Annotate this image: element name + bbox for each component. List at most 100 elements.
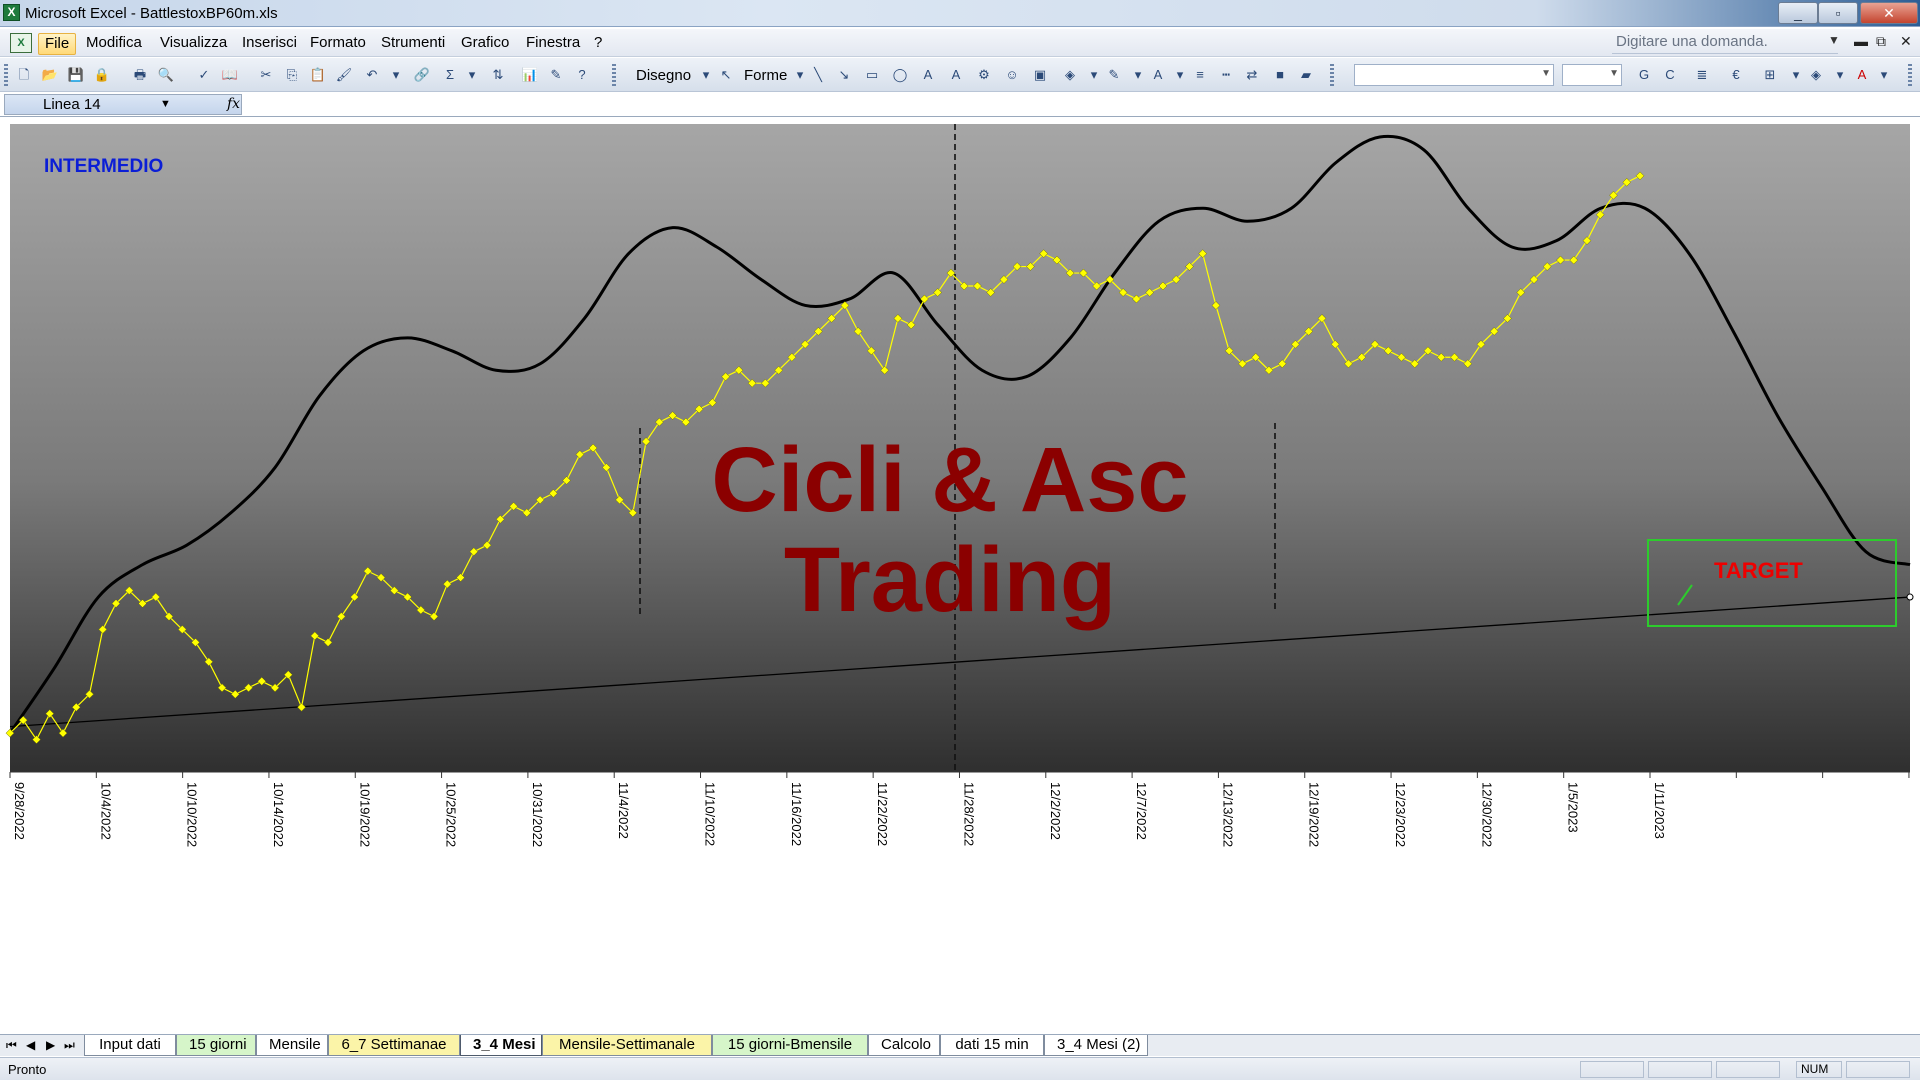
first-sheet-icon[interactable]: ⏮ [6, 1038, 17, 1053]
tab-input-dati[interactable]: Input dati [84, 1035, 176, 1056]
print-icon[interactable]: 🖶 [130, 66, 150, 84]
tab-15-giorni-bmensile[interactable]: 15 giorni-Bmensile [712, 1035, 868, 1056]
arrow-style-icon[interactable]: ⇄ [1242, 66, 1262, 84]
ask-question-input[interactable]: Digitare una domanda. [1612, 32, 1838, 54]
draw-menu[interactable]: Disegno [636, 67, 691, 84]
align-icon[interactable]: ≣ [1692, 66, 1712, 84]
spelling-icon[interactable]: ✓ [194, 66, 214, 84]
ask-dropdown-icon[interactable]: ▼ [1828, 33, 1840, 47]
arrow-icon[interactable]: ↘ [834, 66, 854, 84]
sort-icon[interactable]: ⇅ [488, 66, 508, 84]
undo-icon[interactable]: ↶ [362, 66, 382, 84]
clipart-icon[interactable]: ☺ [1002, 66, 1022, 84]
toolbar-options-icon[interactable] [1908, 64, 1912, 88]
highlight-icon[interactable]: ◈ [1806, 66, 1826, 84]
open-icon[interactable]: 📂 [40, 66, 60, 84]
name-box-dropdown-icon[interactable]: ▼ [160, 98, 171, 110]
doc-minimize-icon[interactable]: ▬ [1854, 33, 1868, 49]
tab-mensile-settimanale[interactable]: Mensile-Settimanale [542, 1035, 712, 1056]
tab-dati-15-min[interactable]: dati 15 min [940, 1035, 1044, 1056]
chart-area[interactable]: 9/28/2022 10/4/2022 10/10/2022 10/14/2022 10… [0, 118, 1920, 1034]
font-size-combo[interactable]: ▼ [1562, 64, 1622, 86]
drawing-icon[interactable]: ✎ [546, 66, 566, 84]
dash-style-icon[interactable]: ┅ [1216, 66, 1236, 84]
font-size-dropdown-icon[interactable]: ▼ [1609, 68, 1619, 79]
doc-close-icon[interactable]: ✕ [1900, 33, 1912, 50]
bold-icon[interactable]: G [1634, 66, 1654, 84]
draw-dropdown-icon[interactable]: ▾ [696, 66, 716, 84]
highlight-dropdown-icon[interactable]: ▾ [1830, 66, 1850, 84]
line-icon[interactable]: ╲ [808, 66, 828, 84]
menu-modifica[interactable]: Modifica [80, 33, 148, 55]
shapes-dropdown-icon[interactable]: ▾ [790, 66, 810, 84]
close-button[interactable]: ✕ [1860, 2, 1918, 24]
cut-icon[interactable]: ✂ [256, 66, 276, 84]
paste-icon[interactable]: 📋 [308, 66, 328, 84]
line-style-icon[interactable]: ≡ [1190, 66, 1210, 84]
borders-icon[interactable]: ⊞ [1760, 66, 1780, 84]
workbook-icon[interactable]: X [10, 33, 32, 53]
font-name-combo[interactable]: ▼ [1354, 64, 1554, 86]
font-color-icon[interactable]: A [1148, 66, 1168, 84]
function-icon[interactable]: fx [227, 96, 240, 112]
font-name-dropdown-icon[interactable]: ▼ [1541, 68, 1551, 79]
textbox-icon[interactable]: A [918, 66, 938, 84]
italic-icon[interactable]: C [1660, 66, 1680, 84]
next-sheet-icon[interactable]: ▶ [46, 1038, 55, 1052]
autosum-icon[interactable]: Σ [440, 66, 460, 84]
line-color-icon[interactable]: ✎ [1104, 66, 1124, 84]
tab-15-giorni[interactable]: 15 giorni [176, 1035, 256, 1056]
borders-dropdown-icon[interactable]: ▾ [1786, 66, 1806, 84]
shadow-icon[interactable]: ■ [1270, 66, 1290, 84]
fill-color-dropdown-icon[interactable]: ▾ [1084, 66, 1104, 84]
line-color-dropdown-icon[interactable]: ▾ [1128, 66, 1148, 84]
new-icon[interactable]: 🗋 [14, 66, 34, 84]
wordart-icon[interactable]: A [946, 66, 966, 84]
menu-file[interactable]: File [38, 33, 77, 55]
toolbar-grip[interactable] [4, 64, 8, 88]
trendline-handle[interactable] [1906, 593, 1914, 601]
chart-wizard-icon[interactable]: 📊 [520, 66, 540, 84]
permission-icon[interactable]: 🔒 [92, 66, 112, 84]
menu-visualizza[interactable]: Visualizza [154, 33, 233, 55]
3d-icon[interactable]: ▰ [1296, 66, 1316, 84]
euro-icon[interactable]: € [1726, 66, 1746, 84]
menu-help[interactable]: ? [588, 33, 608, 55]
menu-formato[interactable]: Formato [304, 33, 372, 55]
menu-finestra[interactable]: Finestra [520, 33, 586, 55]
menu-grafico[interactable]: Grafico [455, 33, 515, 55]
tab-3-4-mesi[interactable]: 3_4 Mesi [460, 1035, 542, 1056]
tab-mensile[interactable]: Mensile [256, 1035, 328, 1056]
help-icon[interactable]: ? [572, 66, 592, 84]
last-sheet-icon[interactable]: ⏭ [64, 1038, 75, 1053]
excel-app-icon[interactable]: X [3, 4, 20, 21]
doc-restore-icon[interactable]: ⧉ [1876, 33, 1886, 50]
select-objects-icon[interactable]: ↖ [716, 66, 736, 84]
save-icon[interactable]: 💾 [66, 66, 86, 84]
restore-button[interactable]: ▫ [1818, 2, 1858, 24]
print-preview-icon[interactable]: 🔍 [156, 66, 176, 84]
tab-6-7-settimanae[interactable]: 6_7 Settimanae [328, 1035, 460, 1056]
undo-dropdown-icon[interactable]: ▾ [386, 66, 406, 84]
fill-color-icon[interactable]: ◈ [1060, 66, 1080, 84]
minimize-button[interactable]: _ [1778, 2, 1818, 24]
autoshapes-menu[interactable]: Forme [744, 67, 787, 84]
picture-icon[interactable]: ▣ [1030, 66, 1050, 84]
font-color-dropdown-icon[interactable]: ▾ [1170, 66, 1190, 84]
prev-sheet-icon[interactable]: ◀ [26, 1038, 35, 1052]
tab-3-4-mesi-2[interactable]: 3_4 Mesi (2) [1044, 1035, 1148, 1056]
name-box[interactable]: Linea 14 ▼ fx [4, 94, 242, 115]
font-color2-icon[interactable]: A [1852, 66, 1872, 84]
oval-icon[interactable]: ◯ [890, 66, 910, 84]
menu-inserisci[interactable]: Inserisci [236, 33, 303, 55]
copy-icon[interactable]: ⎘ [282, 66, 302, 84]
research-icon[interactable]: 📖 [220, 66, 240, 84]
font-color2-dropdown-icon[interactable]: ▾ [1874, 66, 1894, 84]
format-painter-icon[interactable]: 🖌 [334, 66, 354, 84]
autosum-dropdown-icon[interactable]: ▾ [462, 66, 482, 84]
tab-calcolo[interactable]: Calcolo [868, 1035, 940, 1056]
insert-hyperlink-icon[interactable]: 🔗 [412, 66, 432, 84]
menu-strumenti[interactable]: Strumenti [375, 33, 451, 55]
rectangle-icon[interactable]: ▭ [862, 66, 882, 84]
diagram-icon[interactable]: ⚙ [974, 66, 994, 84]
